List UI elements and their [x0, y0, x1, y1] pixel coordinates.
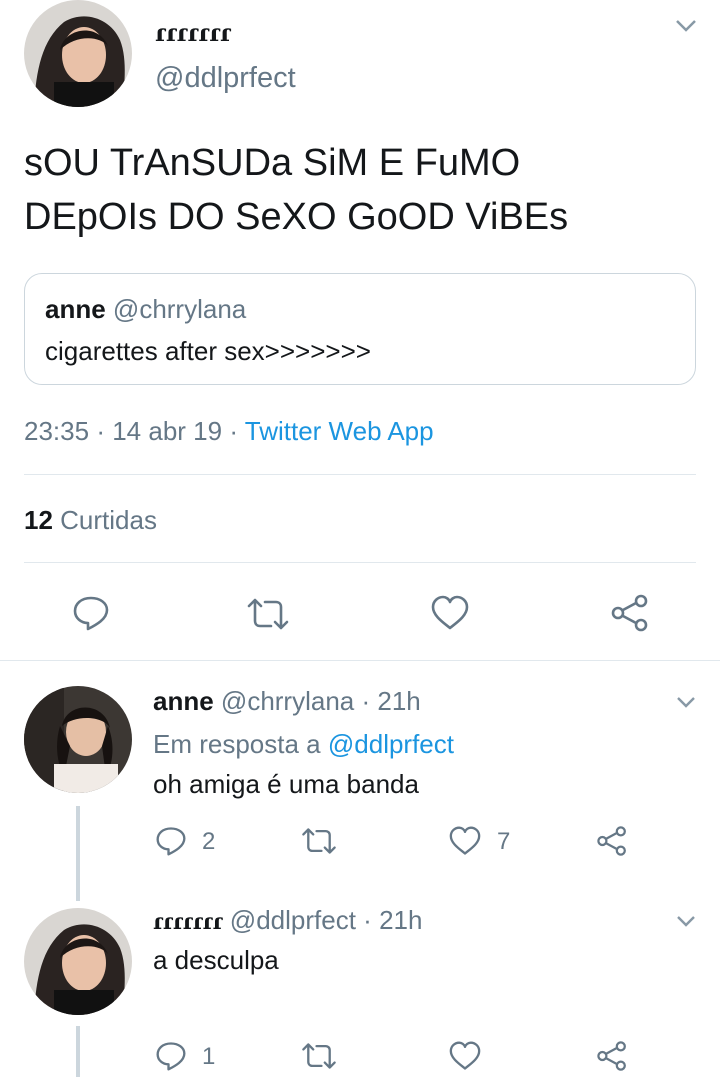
like-heart-icon[interactable] — [448, 826, 482, 856]
separator-dot: · — [361, 686, 371, 716]
chevron-down-icon[interactable] — [675, 914, 697, 928]
tweet-text-line-1: sOU TrAnSUDa SiM E FuMO — [24, 142, 521, 184]
reply-icon[interactable] — [72, 595, 110, 631]
separator-dot: · — [229, 416, 238, 446]
tweet-date[interactable]: 14 abr 19 — [112, 416, 222, 446]
likes-stat[interactable]: 12 Curtidas — [24, 505, 157, 536]
reply-time[interactable]: 21h — [377, 686, 420, 716]
like-heart-icon[interactable] — [448, 1041, 482, 1071]
author-display-name[interactable]: ɾɾɾɾɾɾɾ — [155, 18, 231, 47]
reply-count: 2 — [202, 828, 216, 855]
retweet-icon[interactable] — [300, 1042, 338, 1070]
likes-count: 12 — [24, 505, 53, 535]
quoted-display-name: anne — [45, 294, 106, 324]
reply-text: oh amiga é uma banda — [153, 769, 419, 799]
reply-avatar-anne[interactable] — [24, 686, 132, 793]
divider — [24, 474, 696, 475]
retweet-icon[interactable] — [245, 597, 291, 631]
chevron-down-icon[interactable] — [675, 695, 697, 709]
tweet-text-line-2: DEpOIs DO SeXO GoOD ViBEs — [24, 196, 569, 238]
divider — [24, 562, 696, 563]
share-icon[interactable] — [610, 594, 650, 632]
reply-icon[interactable] — [155, 1041, 187, 1071]
reply-avatar-ddlprfect[interactable] — [24, 908, 132, 1015]
separator-dot: · — [363, 905, 372, 935]
like-heart-icon[interactable] — [430, 595, 470, 631]
reply-display-name[interactable]: ɾɾɾɾɾɾɾ — [153, 909, 223, 935]
in-reply-to-handle[interactable]: @ddlprfect — [328, 729, 454, 759]
reply-time[interactable]: 21h — [379, 905, 422, 935]
tweet-time[interactable]: 23:35 — [24, 416, 89, 446]
author-handle[interactable]: @ddlprfect — [155, 62, 296, 95]
in-reply-to-label: Em resposta a — [153, 729, 321, 759]
like-count: 7 — [497, 828, 511, 855]
retweet-icon[interactable] — [300, 827, 338, 855]
author-avatar[interactable] — [24, 0, 132, 107]
share-icon[interactable] — [596, 1040, 628, 1072]
chevron-down-icon[interactable] — [674, 18, 698, 34]
reply-display-name[interactable]: anne — [153, 686, 214, 716]
reply-icon[interactable] — [155, 826, 187, 856]
separator-dot: · — [96, 416, 105, 446]
quoted-handle: @chrrylana — [112, 294, 247, 324]
likes-label: Curtidas — [60, 505, 157, 535]
reply-text: a desculpa — [153, 945, 279, 975]
divider — [0, 660, 720, 661]
tweet-source-link[interactable]: Twitter Web App — [245, 416, 434, 446]
reply-handle[interactable]: @ddlprfect — [230, 905, 356, 935]
share-icon[interactable] — [596, 825, 628, 857]
thread-line — [76, 806, 80, 901]
quoted-tweet-card[interactable]: anne @chrrylana cigarettes after sex>>>>… — [24, 273, 696, 385]
reply-handle[interactable]: @chrrylana — [221, 686, 354, 716]
reply-count: 1 — [202, 1043, 216, 1070]
thread-line — [76, 1026, 80, 1077]
quoted-text: cigarettes after sex>>>>>>> — [45, 336, 371, 366]
